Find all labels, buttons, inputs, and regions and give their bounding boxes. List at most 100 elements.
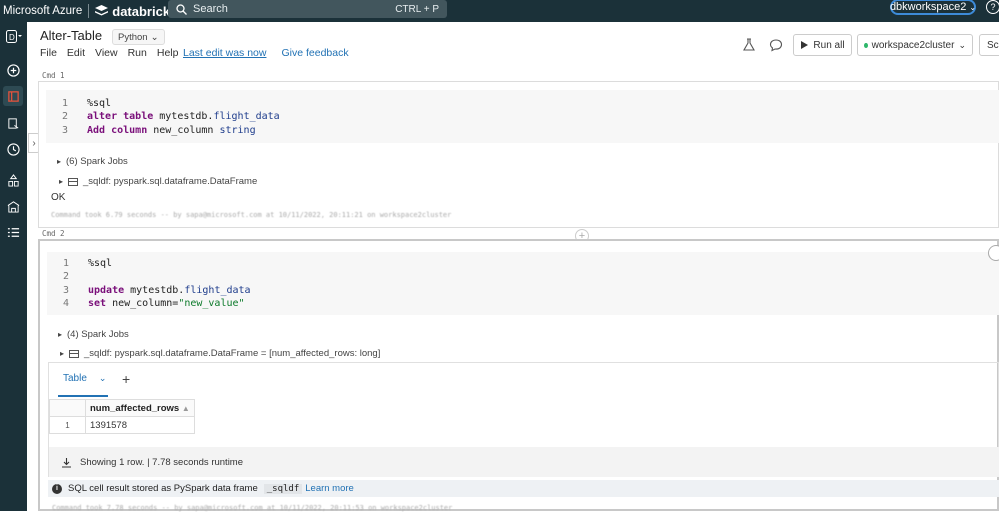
menu-file[interactable]: File — [40, 47, 57, 59]
chevron-down-icon: ⌄ — [958, 39, 966, 50]
column-header[interactable]: num_affected_rows ▲ — [85, 399, 195, 417]
give-feedback-link[interactable]: Give feedback — [281, 47, 348, 59]
menu-edit[interactable]: Edit — [67, 47, 85, 59]
column-header-label: num_affected_rows — [90, 402, 180, 414]
search-input[interactable]: Search CTRL + P — [168, 0, 447, 18]
search-icon — [176, 3, 187, 15]
info-banner: i SQL cell result stored as PySpark data… — [48, 480, 999, 497]
repos-icon[interactable] — [3, 113, 23, 133]
language-selector[interactable]: Python ⌄ — [112, 29, 165, 45]
spark-jobs-toggle[interactable]: ▸ (4) Spark Jobs — [58, 329, 129, 340]
spark-jobs-label: (4) Spark Jobs — [67, 329, 129, 340]
menu-view[interactable]: View — [95, 47, 118, 59]
table-icon — [69, 349, 80, 358]
header-links: Last edit was now Give feedback — [183, 47, 349, 59]
learn-more-link[interactable]: Learn more — [305, 483, 354, 494]
active-tab-indicator — [58, 395, 108, 397]
databricks-logo[interactable]: databricks — [95, 4, 177, 19]
data-icon[interactable] — [3, 170, 23, 190]
dataframe-schema-toggle[interactable]: ▸ _sqldf: pyspark.sql.dataframe.DataFram… — [59, 176, 257, 187]
sqldf-chip: _sqldf — [263, 483, 303, 494]
create-icon[interactable] — [3, 60, 23, 80]
run-all-button[interactable]: Run all — [793, 34, 852, 56]
notebook-cell-1[interactable]: 1 %sql 2 alter table mytestdb.flight_data … — [38, 81, 999, 228]
brand-divider — [88, 4, 90, 18]
workflows-icon[interactable] — [3, 222, 23, 242]
line-number: 2 — [61, 111, 68, 123]
tab-table-label: Table — [63, 373, 87, 384]
code-line: alter table mytestdb.flight_data — [87, 111, 280, 123]
row-number: 1 — [49, 416, 86, 434]
comment-icon[interactable] — [769, 38, 783, 52]
databricks-icon — [95, 5, 109, 16]
results-panel: Table ⌄ + num_affected_rows ▲ 1 1391578 … — [48, 362, 999, 477]
help-icon[interactable]: ? — [986, 0, 999, 14]
workspace-d-icon: D — [6, 29, 22, 43]
line-number: 1 — [62, 258, 69, 269]
cmd-label: Cmd 2 — [42, 229, 65, 238]
add-visualization-button[interactable]: + — [122, 371, 130, 387]
left-sidebar: D — [0, 22, 27, 511]
cluster-status-dot — [864, 42, 868, 48]
search-shortcut: CTRL + P — [395, 3, 439, 15]
cluster-name: workspace2cluster — [871, 39, 955, 51]
dataframe-label: _sqldf: pyspark.sql.dataframe.DataFrame — [83, 176, 258, 187]
tab-table[interactable]: Table ⌄ — [63, 373, 106, 384]
spark-jobs-toggle[interactable]: ▸ (6) Spark Jobs — [57, 156, 128, 167]
line-number: 4 — [62, 297, 69, 309]
menu-help[interactable]: Help — [157, 47, 179, 59]
workspace-name: dbkworkspace2 — [889, 1, 967, 13]
line-number: 3 — [62, 284, 69, 296]
line-number: 1 — [61, 98, 68, 109]
results-table: num_affected_rows ▲ 1 1391578 — [49, 399, 195, 434]
results-footer: Showing 1 row. | 7.78 seconds runtime — [49, 447, 999, 477]
compute-icon[interactable] — [3, 196, 23, 216]
line-number: 3 — [61, 124, 68, 136]
language-label: Python — [118, 31, 148, 43]
table-cell[interactable]: 1391578 — [85, 416, 195, 434]
workspace-icon[interactable] — [3, 86, 23, 106]
top-bar: Microsoft Azure databricks Search CTRL +… — [0, 0, 999, 22]
cluster-selector[interactable]: workspace2cluster ⌄ — [857, 34, 973, 56]
code-line: %sql — [88, 258, 113, 269]
cmd-label: Cmd 1 — [42, 71, 65, 80]
dataframe-label: _sqldf: pyspark.sql.dataframe.DataFrame … — [84, 348, 381, 359]
azure-brand[interactable]: Microsoft Azure — [3, 5, 82, 17]
menu-run[interactable]: Run — [128, 47, 147, 59]
cell-status-icon — [988, 245, 999, 261]
flask-icon[interactable] — [742, 38, 756, 52]
results-summary: Showing 1 row. | 7.78 seconds runtime — [80, 456, 244, 468]
code-line: set new_column="new_value" — [88, 297, 245, 309]
command-footer: Command took 6.79 seconds -- by sapa@mic… — [51, 211, 452, 219]
workspace-selector[interactable]: dbkworkspace2 ⌄ — [890, 0, 976, 15]
table-icon — [68, 177, 79, 186]
run-all-label: Run all — [813, 39, 845, 51]
row-number-header — [49, 399, 86, 417]
chevron-down-icon: ⌄ — [969, 2, 977, 12]
recents-icon[interactable] — [3, 139, 23, 159]
code-editor[interactable]: 1 %sql 2 3 update mytestdb.flight_data 4 se… — [47, 252, 999, 315]
svg-text:D: D — [9, 33, 15, 42]
schedule-button[interactable]: Sch — [979, 34, 999, 56]
play-icon — [801, 41, 809, 49]
search-placeholder: Search — [193, 3, 228, 15]
cell-output: OK — [51, 192, 66, 203]
persona-switcher[interactable]: D — [3, 26, 25, 46]
last-edit-link[interactable]: Last edit was now — [183, 47, 266, 59]
code-editor[interactable]: 1 %sql 2 alter table mytestdb.flight_data … — [46, 90, 999, 143]
code-line: update mytestdb.flight_data — [88, 284, 251, 296]
chevron-right-icon: ▸ — [58, 330, 63, 339]
schedule-label: Sch — [987, 39, 999, 51]
line-number: 2 — [62, 271, 69, 283]
dataframe-schema-toggle[interactable]: ▸ _sqldf: pyspark.sql.dataframe.DataFram… — [60, 348, 380, 359]
code-line: %sql — [87, 98, 112, 109]
info-icon: i — [52, 483, 62, 494]
sort-icon[interactable]: ▲ — [182, 404, 190, 413]
notebook-menu-bar: File Edit View Run Help — [40, 47, 178, 59]
download-icon[interactable] — [61, 457, 72, 468]
notebook-title[interactable]: Alter-Table — [40, 28, 102, 43]
spark-jobs-label: (6) Spark Jobs — [66, 156, 128, 167]
table-row: 1 1391578 — [49, 416, 195, 434]
code-line: Add column new_column string — [87, 124, 256, 136]
